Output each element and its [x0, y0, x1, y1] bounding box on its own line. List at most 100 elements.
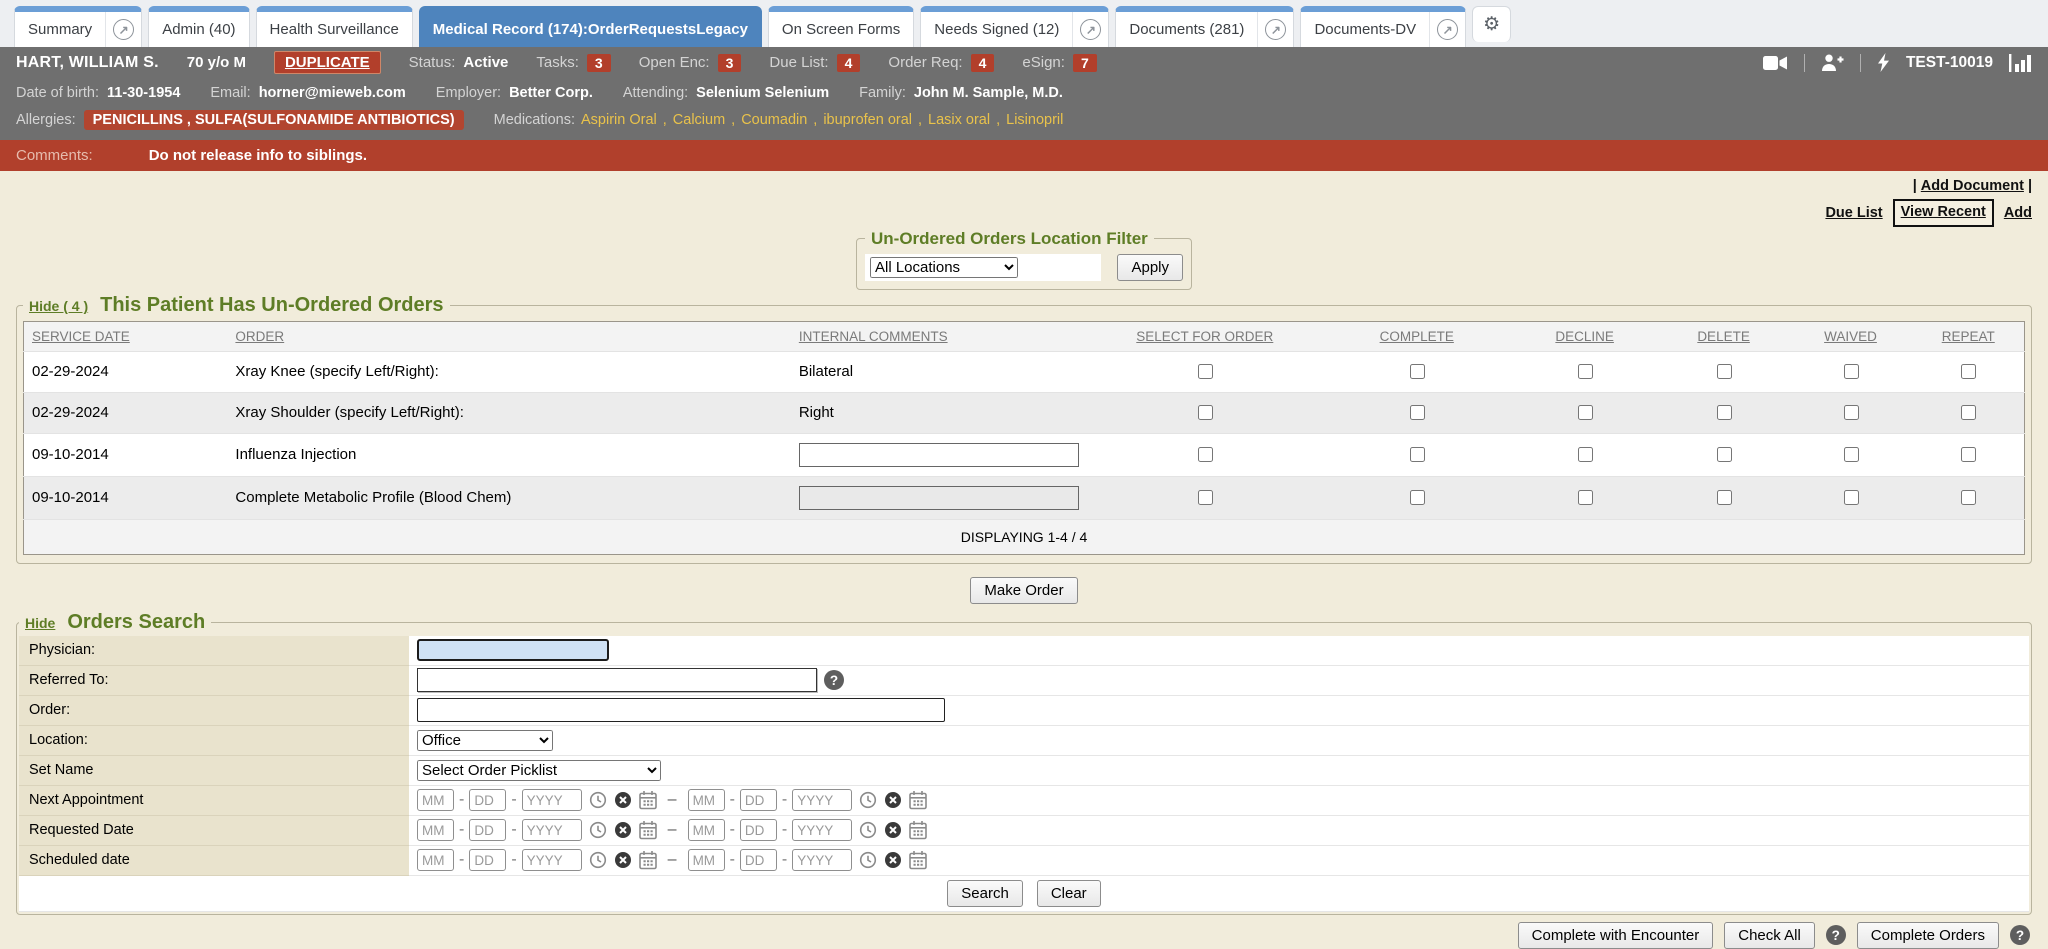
select-for-order-checkbox[interactable]: [1198, 447, 1213, 462]
medication-link[interactable]: Coumadin: [741, 112, 807, 128]
tab-summary[interactable]: Summary ↗: [14, 6, 142, 47]
col-delete[interactable]: DELETE: [1659, 321, 1789, 351]
col-order[interactable]: ORDER: [227, 321, 790, 351]
clock-icon[interactable]: [859, 791, 877, 809]
hide-orders-link[interactable]: Hide ( 4 ): [29, 298, 88, 314]
complete-checkbox[interactable]: [1410, 490, 1425, 505]
clear-date-icon[interactable]: [884, 791, 902, 809]
date-dd-input[interactable]: [469, 819, 506, 841]
tab-admin[interactable]: Admin (40): [148, 6, 249, 47]
physician-input[interactable]: [417, 639, 609, 661]
add-link[interactable]: Add: [2004, 202, 2032, 224]
repeat-checkbox[interactable]: [1961, 447, 1976, 462]
date-dd-input[interactable]: [469, 789, 506, 811]
add-document-link[interactable]: Add Document: [1921, 178, 2024, 194]
help-icon[interactable]: ?: [824, 670, 844, 690]
delete-checkbox[interactable]: [1717, 405, 1732, 420]
medication-link[interactable]: Lisinopril: [1006, 112, 1063, 128]
date-mm-input[interactable]: [688, 819, 725, 841]
date-yyyy-input[interactable]: [792, 849, 852, 871]
location-filter-select[interactable]: All Locations: [870, 257, 1018, 278]
help-icon[interactable]: ?: [2010, 925, 2030, 945]
bar-chart-icon[interactable]: [2009, 54, 2032, 72]
due-list-link[interactable]: Due List: [1825, 202, 1882, 224]
popout-icon[interactable]: ↗: [1257, 12, 1293, 47]
date-yyyy-input[interactable]: [792, 819, 852, 841]
clear-button[interactable]: Clear: [1037, 880, 1101, 907]
col-waived[interactable]: WAIVED: [1789, 321, 1913, 351]
date-mm-input[interactable]: [417, 789, 454, 811]
tasks-badge[interactable]: 3: [587, 54, 611, 72]
clock-icon[interactable]: [589, 791, 607, 809]
internal-comment-input[interactable]: [799, 443, 1079, 467]
email-value[interactable]: horner@mieweb.com: [259, 85, 406, 101]
complete-checkbox[interactable]: [1410, 405, 1425, 420]
col-internal-comments[interactable]: INTERNAL COMMENTS: [791, 321, 1087, 351]
clear-date-icon[interactable]: [614, 851, 632, 869]
order-input[interactable]: [417, 698, 945, 722]
col-repeat[interactable]: REPEAT: [1912, 321, 2024, 351]
clock-icon[interactable]: [859, 851, 877, 869]
date-yyyy-input[interactable]: [522, 849, 582, 871]
popout-icon[interactable]: ↗: [1429, 12, 1465, 47]
decline-checkbox[interactable]: [1578, 364, 1593, 379]
select-for-order-checkbox[interactable]: [1198, 364, 1213, 379]
date-yyyy-input[interactable]: [522, 819, 582, 841]
complete-checkbox[interactable]: [1410, 364, 1425, 379]
date-yyyy-input[interactable]: [522, 789, 582, 811]
video-camera-icon[interactable]: [1763, 55, 1788, 71]
clock-icon[interactable]: [589, 821, 607, 839]
complete-orders-button[interactable]: Complete Orders: [1857, 922, 1999, 949]
date-yyyy-input[interactable]: [792, 789, 852, 811]
col-decline[interactable]: DECLINE: [1511, 321, 1659, 351]
duplicate-flag[interactable]: DUPLICATE: [274, 51, 381, 74]
delete-checkbox[interactable]: [1717, 490, 1732, 505]
referred-to-input[interactable]: [417, 668, 817, 692]
calendar-icon[interactable]: [639, 791, 657, 810]
search-button[interactable]: Search: [947, 880, 1023, 907]
clear-date-icon[interactable]: [884, 821, 902, 839]
calendar-icon[interactable]: [909, 821, 927, 840]
open-enc-badge[interactable]: 3: [718, 54, 742, 72]
select-for-order-checkbox[interactable]: [1198, 405, 1213, 420]
decline-checkbox[interactable]: [1578, 447, 1593, 462]
date-mm-input[interactable]: [688, 789, 725, 811]
repeat-checkbox[interactable]: [1961, 490, 1976, 505]
date-mm-input[interactable]: [417, 819, 454, 841]
hide-search-link[interactable]: Hide: [25, 615, 55, 631]
location-select[interactable]: Office: [417, 730, 553, 751]
col-service-date[interactable]: SERVICE DATE: [24, 321, 228, 351]
col-complete[interactable]: COMPLETE: [1323, 321, 1511, 351]
due-list-badge[interactable]: 4: [837, 54, 861, 72]
medication-link[interactable]: Calcium: [673, 112, 725, 128]
delete-checkbox[interactable]: [1717, 364, 1732, 379]
internal-comment-input[interactable]: [799, 486, 1079, 510]
medication-link[interactable]: ibuprofen oral: [823, 112, 912, 128]
date-mm-input[interactable]: [417, 849, 454, 871]
waived-checkbox[interactable]: [1844, 447, 1859, 462]
order-req-badge[interactable]: 4: [971, 54, 995, 72]
tab-on-screen-forms[interactable]: On Screen Forms: [768, 6, 914, 47]
decline-checkbox[interactable]: [1578, 490, 1593, 505]
calendar-icon[interactable]: [909, 791, 927, 810]
delete-checkbox[interactable]: [1717, 447, 1732, 462]
clear-date-icon[interactable]: [884, 851, 902, 869]
allergies-value[interactable]: PENICILLINS , SULFA(SULFONAMIDE ANTIBIOT…: [84, 110, 464, 130]
clock-icon[interactable]: [859, 821, 877, 839]
tab-medical-record[interactable]: Medical Record (174):OrderRequestsLegacy: [419, 6, 762, 47]
date-dd-input[interactable]: [740, 819, 777, 841]
popout-icon[interactable]: ↗: [1072, 12, 1108, 47]
date-mm-input[interactable]: [688, 849, 725, 871]
date-dd-input[interactable]: [740, 789, 777, 811]
clock-icon[interactable]: [589, 851, 607, 869]
complete-checkbox[interactable]: [1410, 447, 1425, 462]
medication-link[interactable]: Lasix oral: [928, 112, 990, 128]
date-dd-input[interactable]: [469, 849, 506, 871]
tab-settings[interactable]: ⚙: [1472, 6, 1511, 42]
add-person-icon[interactable]: [1821, 54, 1844, 71]
calendar-icon[interactable]: [639, 851, 657, 870]
apply-button[interactable]: Apply: [1117, 254, 1183, 281]
repeat-checkbox[interactable]: [1961, 364, 1976, 379]
clear-date-icon[interactable]: [614, 821, 632, 839]
make-order-button[interactable]: Make Order: [970, 577, 1077, 604]
